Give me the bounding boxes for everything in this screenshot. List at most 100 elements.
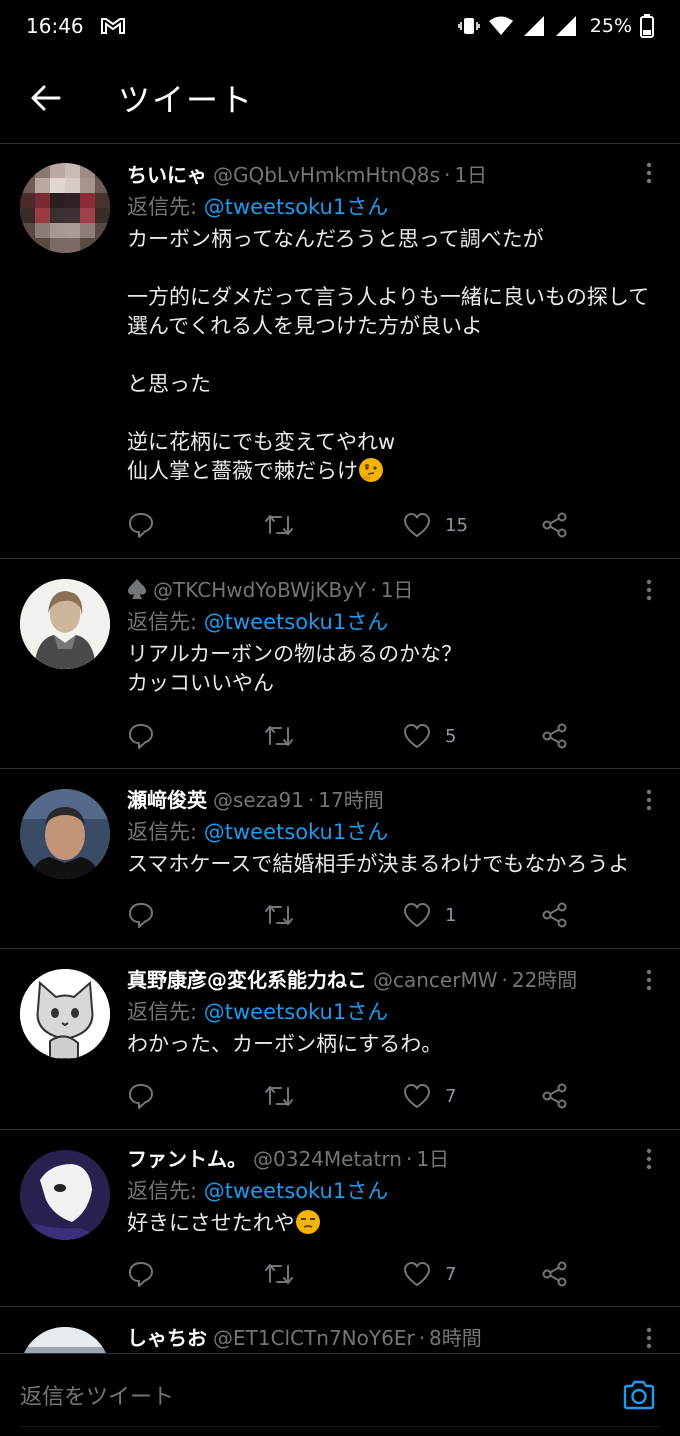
separator-dot: · bbox=[307, 788, 315, 812]
spade-icon bbox=[128, 579, 146, 599]
vibrate-icon bbox=[457, 18, 480, 34]
display-name[interactable]: 真野康彦@変化系能力ねこ bbox=[127, 968, 367, 992]
avatar[interactable] bbox=[20, 969, 110, 1059]
tweet-time[interactable]: 1日 bbox=[381, 578, 414, 602]
share-button[interactable] bbox=[541, 716, 569, 756]
like-button[interactable]: 7 bbox=[403, 1254, 456, 1294]
retweet-button[interactable] bbox=[263, 895, 295, 935]
retweet-button[interactable] bbox=[263, 716, 295, 756]
user-handle[interactable]: @ET1ClCTn7NoY6Er bbox=[213, 1326, 415, 1350]
user-handle[interactable]: @TKCHwdYoBWjKByY bbox=[153, 578, 366, 602]
retweet-button[interactable] bbox=[263, 505, 295, 545]
avatar[interactable] bbox=[20, 163, 110, 253]
tweet[interactable]: ちいにゃ @GQbLvHmkmHtnQ8s · 1日 返信先: @tweetsoku1… bbox=[0, 145, 680, 559]
reply-mention-link[interactable]: @tweetsoku1さん bbox=[204, 1179, 388, 1203]
reply-to-label: 返信先: bbox=[127, 1000, 204, 1024]
tweet-time[interactable]: 1日 bbox=[454, 163, 487, 187]
tweet[interactable]: @TKCHwdYoBWjKByY · 1日 返信先: @tweetsoku1さん リ… bbox=[0, 559, 680, 769]
tweet-time[interactable]: 17時間 bbox=[318, 788, 383, 812]
heart-icon bbox=[404, 903, 430, 927]
share-button[interactable] bbox=[541, 1076, 569, 1116]
tweet-time[interactable]: 8時間 bbox=[429, 1326, 482, 1350]
avatar[interactable] bbox=[20, 1150, 110, 1240]
avatar-image-mask bbox=[20, 1150, 110, 1240]
reply-button[interactable] bbox=[127, 895, 155, 935]
tweet-text: リアルカーボンの物はあるのかな？ カッコいいやん bbox=[127, 642, 463, 695]
share-button[interactable] bbox=[541, 1254, 569, 1294]
reply-input[interactable]: 返信をツイート bbox=[20, 1379, 174, 1411]
tweet[interactable]: ファントム。 @0324Metatrn · 1日 返信先: @tweetsoku1さん… bbox=[0, 1130, 680, 1307]
avatar[interactable] bbox=[20, 579, 110, 669]
reply-to-line: 返信先: @tweetsoku1さん bbox=[127, 606, 650, 638]
share-icon bbox=[542, 1083, 567, 1109]
status-indicators: 25% bbox=[457, 14, 654, 38]
like-count: 5 bbox=[445, 725, 457, 747]
tweet-text: スマホケースで結婚相手が決まるわけでもなかろうよ bbox=[127, 852, 630, 876]
user-handle[interactable]: @cancerMW bbox=[373, 968, 497, 992]
separator-dot: · bbox=[501, 968, 508, 992]
retweet-icon bbox=[265, 905, 293, 925]
retweet-button[interactable] bbox=[263, 1254, 295, 1294]
reply-mention-link[interactable]: @tweetsoku1さん bbox=[204, 610, 388, 634]
avatar[interactable] bbox=[20, 789, 110, 879]
reply-button[interactable] bbox=[127, 505, 155, 545]
separator-dot: · bbox=[405, 1147, 413, 1171]
reply-to-line: 返信先: @tweetsoku1さん bbox=[127, 191, 650, 223]
share-icon bbox=[542, 512, 567, 538]
display-name[interactable]: ファントム。 bbox=[127, 1147, 247, 1171]
retweet-button[interactable] bbox=[263, 1076, 295, 1116]
reply-to-label: 返信先: bbox=[127, 1179, 204, 1203]
tweet[interactable]: 真野康彦@変化系能力ねこ @cancerMW · 22時間 返信先: @tweetso… bbox=[0, 949, 680, 1130]
more-options-icon[interactable] bbox=[644, 579, 654, 601]
tweet[interactable]: 瀬﨑俊英 @seza91 · 17時間 返信先: @tweetsoku1さん スマホケ… bbox=[0, 769, 680, 949]
user-handle[interactable]: @GQbLvHmkmHtnQ8s bbox=[213, 163, 440, 187]
tweet-time[interactable]: 22時間 bbox=[512, 968, 577, 992]
unamused-face-emoji bbox=[295, 1210, 320, 1234]
retweet-icon bbox=[265, 1086, 293, 1106]
display-name[interactable]: 瀬﨑俊英 bbox=[127, 788, 207, 812]
heart-icon bbox=[404, 1084, 430, 1108]
back-button[interactable] bbox=[18, 70, 74, 126]
tweet-actions: 5 bbox=[127, 716, 577, 756]
reply-button[interactable] bbox=[127, 1254, 155, 1294]
reply-to-line: 返信先: @tweetsoku1さん bbox=[127, 996, 650, 1028]
more-options-icon[interactable] bbox=[644, 1148, 654, 1170]
reply-mention-link[interactable]: @tweetsoku1さん bbox=[204, 195, 388, 219]
reply-composer[interactable]: 返信をツイート bbox=[0, 1353, 680, 1436]
gmail-icon bbox=[100, 18, 125, 34]
tweet-header: ファントム。 @0324Metatrn · 1日 bbox=[127, 1144, 650, 1174]
reply-button[interactable] bbox=[127, 1076, 155, 1116]
reply-to-line: 返信先: @tweetsoku1さん bbox=[127, 816, 650, 848]
more-options-icon[interactable] bbox=[644, 789, 654, 811]
share-button[interactable] bbox=[541, 895, 569, 935]
like-button[interactable]: 1 bbox=[403, 895, 456, 935]
reply-button[interactable] bbox=[127, 716, 155, 756]
reply-to-label: 返信先: bbox=[127, 820, 204, 844]
reply-mention-link[interactable]: @tweetsoku1さん bbox=[204, 820, 388, 844]
display-name[interactable]: ちいにゃ bbox=[127, 163, 207, 187]
reply-to-label: 返信先: bbox=[127, 195, 204, 219]
more-options-icon[interactable] bbox=[644, 162, 654, 184]
like-button[interactable]: 15 bbox=[403, 505, 468, 545]
user-handle[interactable]: @0324Metatrn bbox=[253, 1147, 402, 1171]
tweet-actions: 7 bbox=[127, 1076, 577, 1116]
reply-icon bbox=[129, 1262, 153, 1287]
tweet-header: 瀬﨑俊英 @seza91 · 17時間 bbox=[127, 785, 650, 815]
like-button[interactable]: 7 bbox=[403, 1076, 456, 1116]
more-options-icon[interactable] bbox=[644, 1327, 654, 1349]
tweet-time[interactable]: 1日 bbox=[416, 1147, 449, 1171]
tweet-header: ちいにゃ @GQbLvHmkmHtnQ8s · 1日 bbox=[127, 160, 650, 190]
more-options-icon[interactable] bbox=[644, 969, 654, 991]
reply-mention-link[interactable]: @tweetsoku1さん bbox=[204, 1000, 388, 1024]
share-button[interactable] bbox=[541, 505, 569, 545]
display-name[interactable]: しゃちお bbox=[127, 1326, 207, 1350]
like-button[interactable]: 5 bbox=[403, 716, 456, 756]
battery-icon bbox=[640, 14, 654, 38]
share-icon bbox=[542, 902, 567, 928]
tweet-actions: 15 bbox=[127, 505, 577, 545]
avatar-image-pixelated bbox=[20, 163, 110, 253]
user-handle[interactable]: @seza91 bbox=[213, 788, 304, 812]
camera-icon[interactable] bbox=[622, 1378, 656, 1412]
tweet-header: @TKCHwdYoBWjKByY · 1日 bbox=[127, 575, 650, 605]
retweet-icon bbox=[265, 726, 293, 746]
